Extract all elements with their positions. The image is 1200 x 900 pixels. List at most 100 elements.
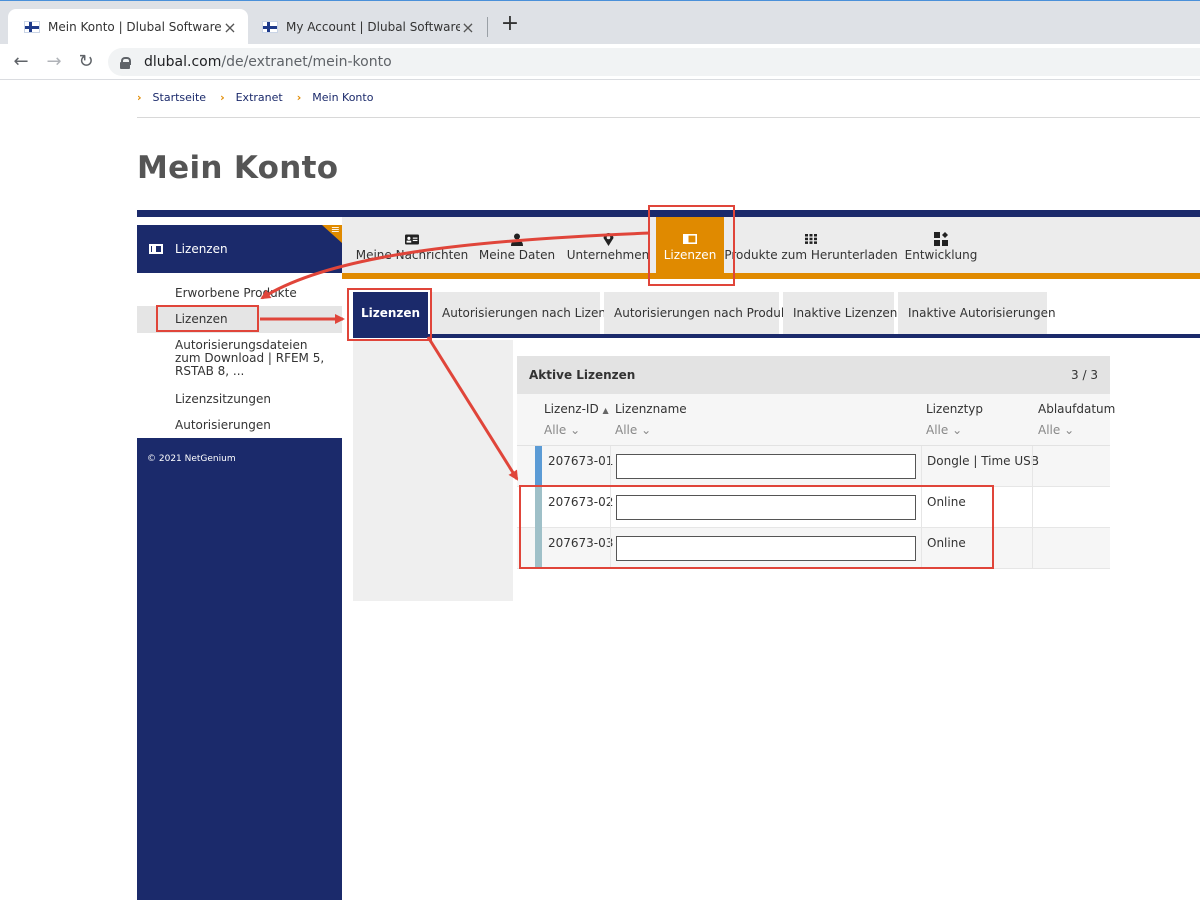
chevron-down-icon: ⌄ [1064, 423, 1075, 437]
license-name-input[interactable] [616, 454, 916, 479]
filter-panel [353, 340, 513, 601]
id-card-icon [405, 233, 419, 245]
breadcrumb-extranet[interactable]: › Extranet [220, 91, 283, 104]
navy-subtab-line [353, 334, 1200, 338]
dlubal-favicon [262, 21, 278, 33]
filter-dropdown[interactable]: Alle ⌄ [544, 423, 609, 437]
license-type: Dongle | Time USB [927, 454, 1040, 468]
breadcrumb-label: Extranet [235, 90, 283, 104]
tab-label: Meine Daten [478, 248, 556, 262]
record-count: 3 / 3 [1071, 368, 1098, 382]
cell-divider [1032, 528, 1033, 569]
breadcrumb-label: Startseite [152, 90, 207, 104]
filter-dropdown[interactable]: Alle ⌄ [615, 423, 687, 437]
tab-meine-daten[interactable]: Meine Daten [478, 217, 556, 273]
forward-arrow-icon[interactable]: → [42, 50, 66, 74]
account-nav-tabs: Meine Nachrichten Meine Daten Unternehme… [342, 217, 1200, 273]
column-ablaufdatum[interactable]: Ablaufdatum Alle ⌄ [1038, 402, 1115, 437]
address-bar: ← → ↻ dlubal.com/de/extranet/mein-konto [0, 44, 1200, 80]
subtab-autorisierungen-nach-lizenz[interactable]: Autorisierungen nach Lizenz [432, 292, 612, 334]
cell-divider [1032, 446, 1033, 487]
dlubal-favicon [24, 21, 40, 33]
chevron-right-icon: › [296, 90, 302, 104]
tab-label: Meine Nachrichten [355, 248, 469, 262]
subtab-inaktive-lizenzen[interactable]: Inaktive Lizenzen [783, 292, 897, 334]
close-tab-icon[interactable]: × [460, 18, 476, 37]
cell-divider [610, 446, 611, 487]
sidebar-item-lizenzsitzungen[interactable]: Lizenzsitzungen [137, 393, 342, 406]
license-icon [149, 244, 163, 254]
sidebar-item-autorisierungen[interactable]: Autorisierungen [137, 419, 342, 432]
column-lizenztyp[interactable]: Lizenztyp Alle ⌄ [926, 402, 983, 437]
table-title: Aktive Lizenzen [529, 368, 636, 382]
orange-divider [342, 273, 1200, 279]
new-tab-button[interactable]: + [498, 13, 522, 37]
tab-produkte-zum-herunterladen[interactable]: Produkte zum Herunterladen [724, 217, 898, 273]
column-label: Lizenzname [615, 402, 687, 416]
column-headers: Lizenz-ID ▲ Alle ⌄ Lizenzname Alle ⌄ Liz… [517, 394, 1115, 446]
tab-entwicklung[interactable]: Entwicklung [904, 217, 978, 273]
breadcrumb: › Startseite › Extranet › Mein Konto [137, 88, 387, 106]
breadcrumb-label: Mein Konto [312, 90, 374, 104]
subtab-inaktive-autorisierungen[interactable]: Inaktive Autorisierungen [898, 292, 1056, 334]
tab-separator [487, 17, 488, 37]
reload-icon[interactable]: ↻ [74, 50, 98, 74]
menu-toggle-icon[interactable] [322, 225, 342, 243]
tab-label: Produkte zum Herunterladen [724, 248, 898, 262]
browser-tab-title: Mein Konto | Dlubal Software [48, 20, 222, 34]
cell-divider [921, 446, 922, 487]
column-label: Lizenztyp [926, 402, 984, 416]
column-lizenz-id[interactable]: Lizenz-ID ▲ Alle ⌄ [544, 402, 609, 437]
breadcrumb-startseite[interactable]: › Startseite [137, 91, 206, 104]
back-arrow-icon[interactable]: ← [9, 50, 33, 74]
highlight-box-online-rows [519, 485, 994, 569]
column-lizenzname[interactable]: Lizenzname Alle ⌄ [615, 402, 687, 437]
location-pin-icon [601, 232, 615, 246]
tab-label: Entwicklung [904, 248, 978, 262]
tab-meine-nachrichten[interactable]: Meine Nachrichten [356, 217, 468, 273]
header-divider [137, 117, 1200, 118]
highlight-box-subtab-lizenzen [347, 288, 432, 341]
shapes-icon [934, 232, 948, 246]
filter-dropdown[interactable]: Alle ⌄ [1038, 423, 1115, 437]
sort-asc-icon: ▲ [602, 406, 609, 415]
sidebar-header-label: Lizenzen [175, 242, 228, 256]
tab-label: Unternehmen [566, 248, 650, 262]
highlight-box-lizenzen-tab [648, 205, 735, 286]
filter-value: Alle [926, 423, 949, 437]
url-field[interactable]: dlubal.com/de/extranet/mein-konto [108, 48, 1200, 76]
tab-unternehmen[interactable]: Unternehmen [566, 217, 650, 273]
license-sub-tabs: Lizenzen Autorisierungen nach Lizenz Aut… [353, 292, 1056, 334]
cell-divider [1032, 487, 1033, 528]
sidebar-header: Lizenzen [137, 225, 342, 273]
sidebar-item-autorisierungsdateien[interactable]: Autorisierungsdateien zum Download | RFE… [137, 339, 342, 378]
page-title: Mein Konto [137, 150, 339, 186]
filter-dropdown[interactable]: Alle ⌄ [926, 423, 983, 437]
chevron-right-icon: › [220, 90, 225, 104]
close-tab-icon[interactable]: × [222, 18, 238, 37]
browser-tab-my-account[interactable]: My Account | Dlubal Software × [246, 9, 486, 45]
grid-icon [804, 233, 818, 245]
person-icon [510, 233, 524, 246]
chevron-down-icon: ⌄ [641, 423, 652, 437]
sidebar-footer: © 2021 NetGenium [137, 438, 342, 900]
chevron-right-icon: › [137, 90, 142, 104]
url-path: /de/extranet/mein-konto [221, 54, 392, 70]
copyright: © 2021 NetGenium [147, 454, 236, 464]
url-host: dlubal.com [144, 54, 222, 70]
breadcrumb-mein-konto[interactable]: › Mein Konto [297, 91, 374, 104]
table-header: Aktive Lizenzen 3 / 3 [517, 356, 1110, 394]
sidebar-menu: Erworbene Produkte Lizenzen Autorisierun… [137, 273, 342, 438]
sidebar-item-erworbene-produkte[interactable]: Erworbene Produkte [137, 287, 342, 300]
column-label: Lizenz-ID [544, 402, 599, 416]
column-label: Ablaufdatum [1038, 402, 1116, 416]
chevron-down-icon: ⌄ [952, 423, 963, 437]
browser-tab-mein-konto[interactable]: Mein Konto | Dlubal Software × [8, 9, 248, 45]
highlight-box-sidebar-lizenzen [156, 305, 259, 332]
subtab-autorisierungen-nach-produkt[interactable]: Autorisierungen nach Produkt [604, 292, 793, 334]
filter-value: Alle [1038, 423, 1061, 437]
row-status-stripe [535, 446, 542, 487]
filter-value: Alle [615, 423, 638, 437]
table-row[interactable]: 207673-01 Dongle | Time USB [517, 446, 1110, 487]
chevron-down-icon: ⌄ [570, 423, 581, 437]
